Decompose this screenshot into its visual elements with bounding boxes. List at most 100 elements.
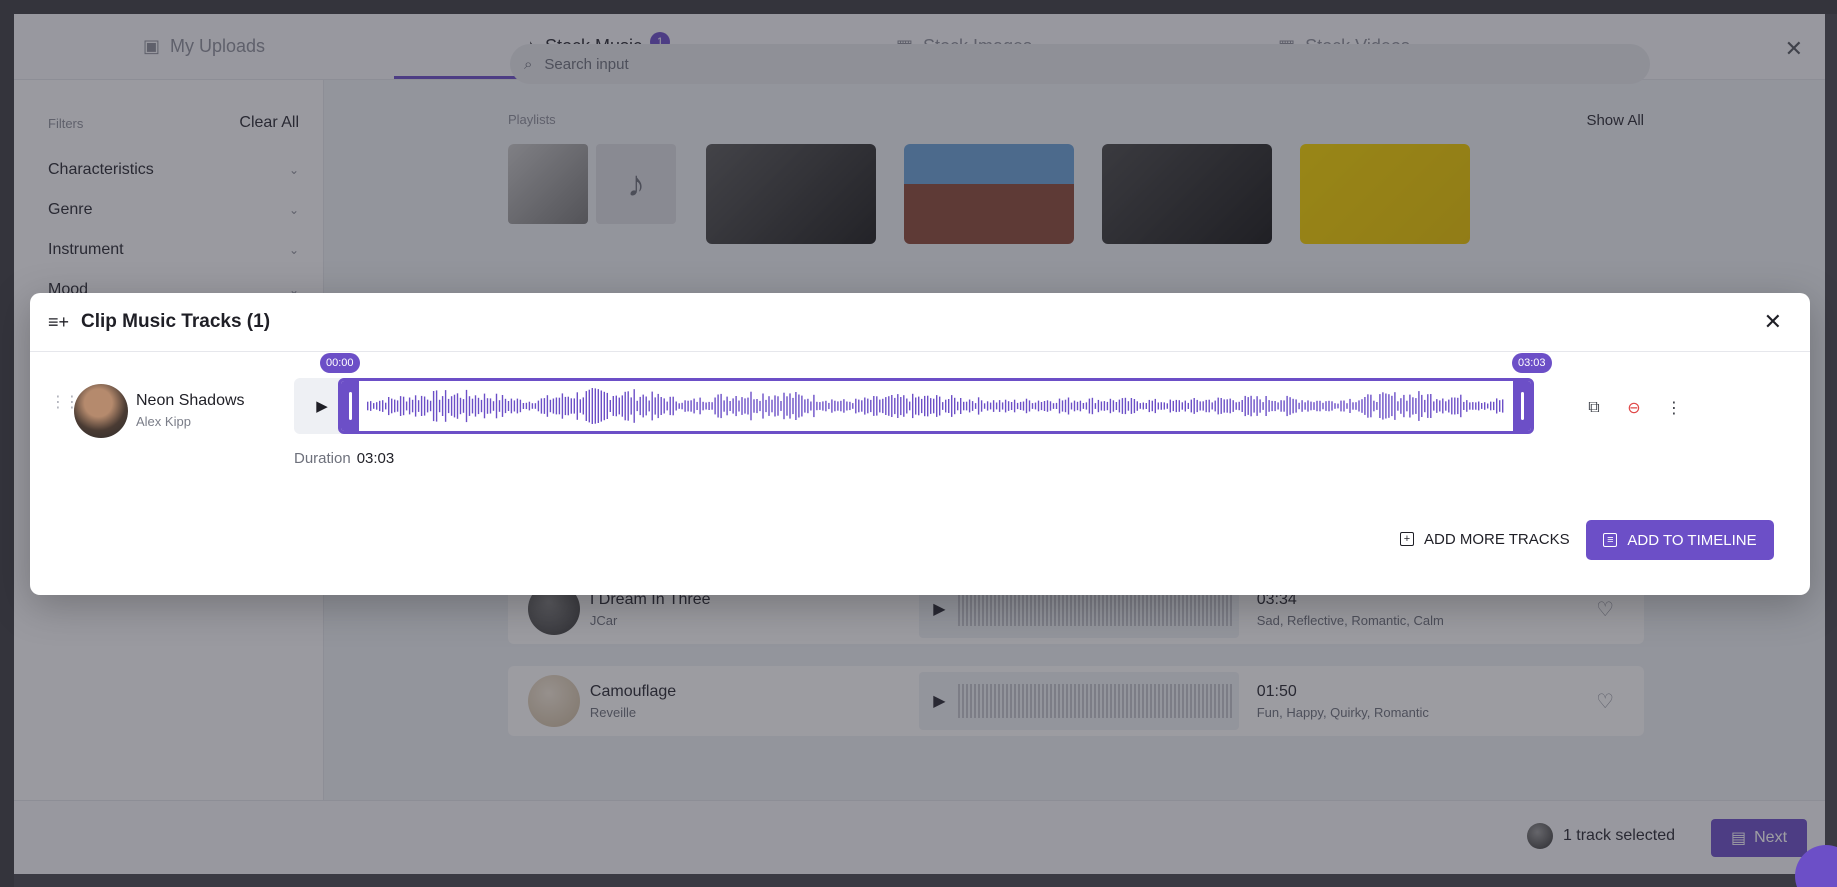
waveform-bar bbox=[822, 401, 824, 411]
waveform-bar bbox=[1229, 398, 1231, 414]
waveform-bar bbox=[771, 399, 773, 413]
waveform-bar bbox=[1292, 398, 1294, 414]
waveform-bar bbox=[1265, 396, 1267, 416]
waveform-bar bbox=[693, 398, 695, 414]
waveform-bar bbox=[564, 396, 567, 416]
waveform-bar bbox=[1067, 397, 1070, 415]
waveform-bar bbox=[1391, 395, 1393, 417]
waveform-bar bbox=[783, 392, 785, 420]
waveform-bar bbox=[1463, 401, 1465, 410]
waveform-bar bbox=[1448, 399, 1450, 413]
waveform-bar bbox=[765, 399, 767, 413]
waveform-bar bbox=[1010, 402, 1013, 410]
waveform-bar bbox=[1394, 392, 1396, 420]
add-more-tracks-button[interactable]: + ADD MORE TRACKS bbox=[1386, 520, 1584, 558]
waveform-bar bbox=[945, 399, 947, 413]
waveform-bar bbox=[408, 397, 411, 415]
waveform-bar bbox=[1451, 397, 1453, 415]
waveform-bar bbox=[717, 394, 719, 418]
waveform-bar bbox=[1241, 400, 1243, 412]
play-icon[interactable]: ▶ bbox=[308, 392, 336, 420]
waveform-bar bbox=[1136, 401, 1138, 411]
waveform-bar bbox=[774, 395, 776, 417]
waveform-bar bbox=[1331, 401, 1333, 411]
waveform-bar bbox=[1061, 400, 1064, 412]
waveform-bar bbox=[753, 399, 755, 413]
waveform-bar bbox=[1469, 402, 1471, 410]
waveform-bar bbox=[1478, 401, 1480, 411]
waveform-bar bbox=[1460, 394, 1462, 418]
waveform-bar bbox=[1262, 402, 1264, 410]
waveform-bar bbox=[1214, 400, 1216, 412]
duplicate-icon[interactable]: ⧉ bbox=[1584, 398, 1604, 418]
waveform-bar bbox=[627, 391, 629, 421]
waveform-bar bbox=[963, 401, 965, 411]
waveform-bar bbox=[768, 396, 770, 416]
waveform-bar bbox=[1187, 402, 1189, 409]
waveform-bar bbox=[1502, 399, 1504, 413]
waveform-bar bbox=[1340, 400, 1342, 412]
waveform-bar bbox=[804, 399, 806, 413]
waveform-bar bbox=[1007, 401, 1010, 411]
waveform-bar bbox=[1418, 391, 1420, 421]
waveform-bar bbox=[1454, 397, 1456, 415]
waveform-bar bbox=[618, 397, 620, 415]
waveform-bar bbox=[666, 401, 668, 411]
remove-icon[interactable]: ⊖ bbox=[1624, 398, 1644, 418]
waveform-bar bbox=[974, 403, 977, 409]
waveform-bar bbox=[525, 402, 528, 410]
clip-end-handle[interactable] bbox=[1513, 381, 1531, 431]
clip-track-row: ⋮⋮ Neon Shadows Alex Kipp 00:00 03:03 ▶ … bbox=[30, 352, 1810, 482]
add-to-timeline-button[interactable]: ≡ ADD TO TIMELINE bbox=[1586, 520, 1774, 560]
clip-start-handle[interactable] bbox=[341, 381, 359, 431]
waveform-bar bbox=[1385, 393, 1387, 419]
close-icon[interactable]: ✕ bbox=[1764, 311, 1782, 333]
waveform-bar bbox=[426, 399, 429, 413]
waveform-bar bbox=[1226, 399, 1228, 413]
waveform-bar bbox=[1349, 398, 1351, 413]
waveform-bar bbox=[1319, 400, 1321, 412]
waveform-bar bbox=[1304, 402, 1306, 410]
waveform-bar bbox=[1196, 399, 1198, 413]
more-options-icon[interactable]: ⋮ bbox=[1664, 398, 1684, 418]
waveform-bar bbox=[489, 398, 492, 414]
waveform-bar bbox=[388, 397, 390, 416]
dialog-title: Clip Music Tracks (1) bbox=[81, 311, 271, 332]
waveform-bar bbox=[1310, 401, 1312, 411]
waveform-bar bbox=[1244, 395, 1246, 417]
waveform-bar bbox=[1172, 400, 1174, 412]
waveform-bar bbox=[1205, 399, 1207, 413]
waveform-bar bbox=[1151, 400, 1153, 412]
waveform-bar bbox=[1439, 400, 1441, 412]
track-artist: Alex Kipp bbox=[136, 414, 191, 429]
waveform-bar bbox=[681, 402, 683, 410]
waveform-bar bbox=[402, 396, 405, 416]
waveform-bar bbox=[1049, 401, 1052, 411]
waveform-bar bbox=[642, 394, 644, 418]
waveform-bar bbox=[995, 402, 998, 410]
waveform-bar bbox=[675, 401, 677, 411]
waveform-bar bbox=[1001, 402, 1004, 410]
waveform-bar bbox=[1142, 402, 1144, 410]
waveform-bar bbox=[1190, 399, 1192, 413]
waveform-bar bbox=[837, 401, 839, 411]
waveform-bar bbox=[579, 399, 581, 413]
waveform-bar bbox=[1295, 399, 1297, 413]
waveform-bar bbox=[510, 398, 513, 414]
clip-waveform: ▶ bbox=[294, 378, 1534, 434]
waveform-bar bbox=[968, 399, 971, 413]
duration-readout: Duration 03:03 bbox=[294, 450, 395, 467]
waveform-bar bbox=[1178, 400, 1180, 412]
waveform-bar bbox=[807, 398, 809, 414]
waveform-bar bbox=[849, 401, 851, 411]
clip-selection[interactable] bbox=[338, 378, 1534, 434]
waveform-bar bbox=[977, 397, 980, 415]
waveform-bar bbox=[1322, 402, 1324, 410]
waveform-bar bbox=[1040, 402, 1043, 411]
waveform-bar bbox=[1169, 399, 1171, 413]
waveform-bar bbox=[894, 397, 896, 415]
waveform-bar bbox=[540, 398, 543, 414]
waveform-bar bbox=[885, 397, 887, 415]
waveform-bar bbox=[861, 400, 863, 412]
waveform-bar bbox=[1277, 402, 1279, 410]
